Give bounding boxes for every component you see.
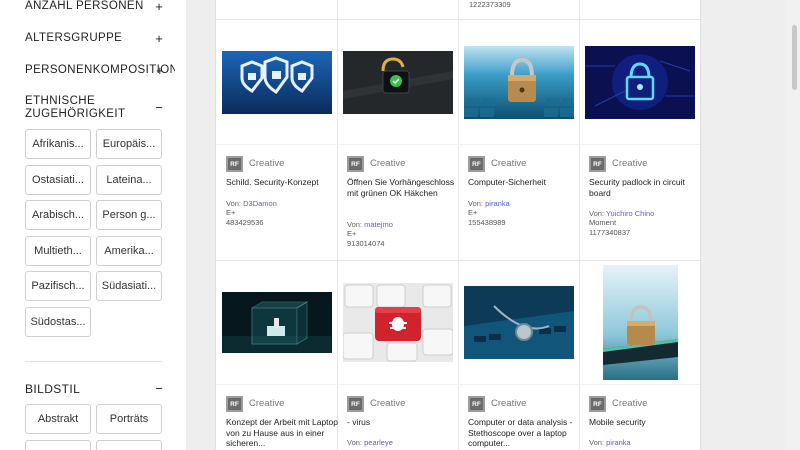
expand-icon[interactable]: +: [156, 63, 162, 78]
asset-id: 155438989: [468, 218, 506, 227]
filter-chip[interactable]: Abstrakt: [25, 404, 91, 434]
facet-bildstil[interactable]: BILDSTIL: [25, 382, 165, 396]
license-type: Creative: [370, 158, 406, 169]
padlock-keyboard-image[interactable]: [464, 46, 574, 119]
asset-id: 1222373309: [469, 0, 511, 9]
facet-altersgruppe[interactable]: ALTERSGRUPPE: [25, 32, 165, 44]
author-link[interactable]: piranka: [606, 438, 631, 447]
license-type: Creative: [491, 158, 527, 169]
stethoscope-laptop-image[interactable]: [464, 286, 574, 359]
asset-title[interactable]: Konzept der Arbeit mit Laptop von zu Hau…: [226, 417, 340, 449]
author-link[interactable]: piranka: [485, 199, 510, 208]
shield-locks-image[interactable]: [222, 51, 332, 114]
collapse-icon[interactable]: −: [153, 100, 165, 115]
license-type: Creative: [249, 158, 285, 169]
filter-chip[interactable]: Südostas...: [25, 307, 91, 337]
open-padlock-image[interactable]: [343, 51, 453, 114]
author-link[interactable]: Yuichiro Chino: [606, 209, 654, 218]
license-badge: RF: [468, 156, 485, 172]
facet-personenkomposition[interactable]: PERSONENKOMPOSITION: [25, 64, 175, 76]
mobile-padlock-image[interactable]: [603, 265, 678, 380]
collection: E+: [468, 208, 478, 217]
asset-title[interactable]: Schild. Security-Konzept: [226, 177, 340, 188]
license-badge: RF: [468, 396, 485, 412]
license-badge: RF: [589, 396, 606, 412]
collection: E+: [226, 208, 236, 217]
asset-title[interactable]: Mobile security: [589, 417, 700, 428]
expand-icon[interactable]: +: [153, 31, 165, 46]
filter-chip[interactable]: Lateina...: [96, 165, 162, 195]
facet-anzahl-personen[interactable]: ANZAHL PERSONEN: [25, 0, 165, 12]
license-type: Creative: [370, 398, 406, 409]
license-badge: RF: [226, 396, 243, 412]
filter-chip[interactable]: Person g...: [96, 200, 162, 230]
collection: Moment: [589, 218, 617, 227]
filter-chip[interactable]: [25, 440, 91, 450]
asset-title[interactable]: Öffnen Sie Vorhängeschloss mit grünen OK…: [347, 177, 461, 198]
license-type: Creative: [612, 398, 648, 409]
author-link[interactable]: pearleye: [364, 438, 393, 447]
license-type: Creative: [491, 398, 527, 409]
license-badge: RF: [589, 156, 606, 172]
asset-title[interactable]: - virus: [347, 417, 461, 428]
asset-id: 483429536: [226, 218, 264, 227]
filter-chip[interactable]: Arabisch...: [25, 200, 91, 230]
filter-sidebar: ANZAHL PERSONEN + ALTERSGRUPPE + PERSONE…: [0, 0, 186, 450]
filter-chip[interactable]: Porträts: [96, 404, 162, 434]
results-grid: 1222373309 RF Creative Schild. Security-…: [215, 0, 701, 450]
license-badge: RF: [347, 396, 364, 412]
glass-cube-laptop-image[interactable]: [222, 292, 332, 353]
author-link[interactable]: D3Damon: [243, 199, 277, 208]
asset-id: 913014074: [347, 239, 385, 248]
asset-title[interactable]: Computer-Sicherheit: [468, 177, 582, 188]
license-type: Creative: [612, 158, 648, 169]
circuit-padlock-image[interactable]: [585, 46, 695, 119]
license-type: Creative: [249, 398, 285, 409]
author-link[interactable]: matejmo: [364, 220, 393, 229]
license-badge: RF: [226, 156, 243, 172]
filter-chip[interactable]: Multieth...: [25, 236, 91, 266]
asset-title[interactable]: Computer or data analysis - Stethoscope …: [468, 417, 582, 449]
virus-key-image[interactable]: [343, 283, 453, 362]
filter-chip[interactable]: [96, 440, 162, 450]
filter-chip[interactable]: Südasiati...: [96, 271, 162, 301]
divider: [25, 361, 162, 362]
filter-chip[interactable]: Amerika...: [96, 236, 162, 266]
license-badge: RF: [347, 156, 364, 172]
filter-chip[interactable]: Europäis...: [96, 129, 162, 159]
scrollbar-thumb[interactable]: [792, 25, 797, 90]
expand-icon[interactable]: +: [153, 0, 165, 14]
facet-ethnische-zugehoerigkeit[interactable]: ETHNISCHE ZUGEHÖRIGKEIT: [25, 95, 145, 121]
asset-id: 1177340837: [589, 228, 631, 237]
filter-chip[interactable]: Afrikanis...: [25, 129, 91, 159]
asset-title[interactable]: Security padlock in circuit board: [589, 177, 700, 198]
filter-chip[interactable]: Pazifisch...: [25, 271, 91, 301]
filter-chip[interactable]: Ostasiati...: [25, 165, 91, 195]
collection: E+: [347, 229, 357, 238]
collapse-icon[interactable]: −: [153, 381, 165, 396]
